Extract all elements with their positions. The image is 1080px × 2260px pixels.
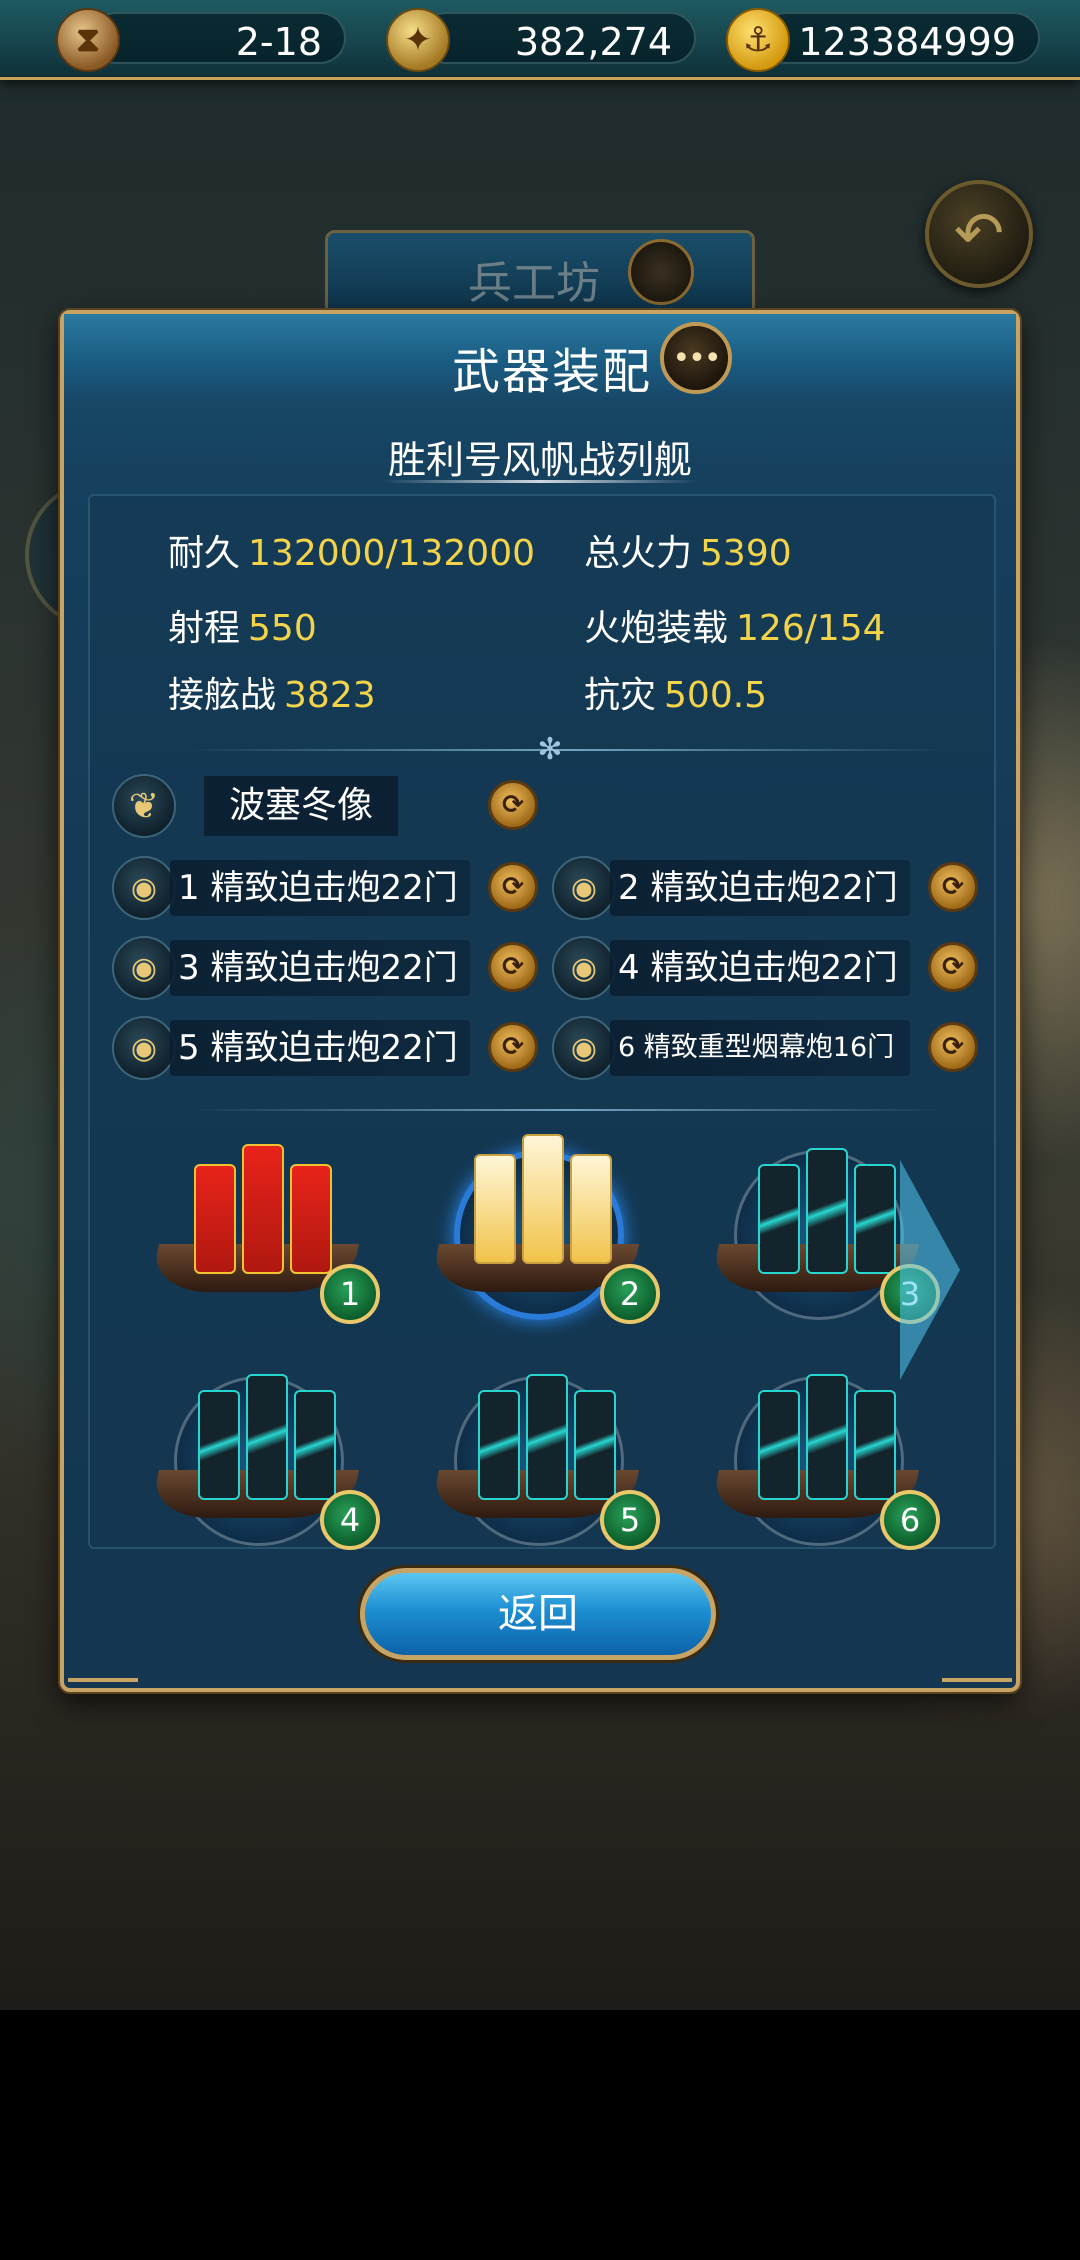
ship-sail	[194, 1164, 236, 1274]
ship-number-badge: 2	[600, 1264, 660, 1324]
ship-sail	[294, 1390, 336, 1500]
ship-sail	[758, 1164, 800, 1274]
weapon-equip-panel: 武器装配 ••• 胜利号风帆战列舰 耐久 132000/132000 总火力 539…	[60, 310, 1020, 1692]
stat-range: 射程 550	[168, 608, 317, 649]
date-display: ⧗ 2-18	[56, 8, 346, 72]
cannon-slot-4[interactable]: 4 精致迫击炮22门	[610, 940, 910, 996]
swap-icon[interactable]: ⟳	[928, 1022, 978, 1072]
ship-sail	[474, 1154, 516, 1264]
ship-sail	[198, 1390, 240, 1500]
divider-ornament: ✻	[537, 732, 563, 767]
ship-sail	[806, 1148, 848, 1274]
ship-sail	[806, 1374, 848, 1500]
ship-number-badge: 5	[600, 1490, 660, 1550]
ship-number-badge: 1	[320, 1264, 380, 1324]
cannon-slot-3[interactable]: 3 精致迫击炮22门	[170, 940, 470, 996]
swap-icon[interactable]: ⟳	[488, 942, 538, 992]
ship-sail	[522, 1134, 564, 1264]
cannon-icon: ◉	[112, 1016, 176, 1080]
stat-resistance: 抗灾 500.5	[584, 675, 768, 716]
cannon-icon: ◉	[552, 856, 616, 920]
next-page-arrow[interactable]	[900, 1160, 960, 1380]
date-value: 2-18	[235, 20, 322, 64]
ship-sail	[290, 1164, 332, 1274]
stat-firepower: 总火力 5390	[584, 533, 792, 574]
panel-corner-ornament	[942, 1642, 1012, 1682]
swap-icon[interactable]: ⟳	[928, 942, 978, 992]
panel-title: 武器装配	[452, 344, 653, 400]
swap-icon[interactable]: ⟳	[488, 780, 538, 830]
cannon-slot-2[interactable]: 2 精致迫击炮22门	[610, 860, 910, 916]
cannon-icon: ◉	[552, 1016, 616, 1080]
ship-slot-1[interactable]: 1	[148, 1124, 384, 1324]
stat-durability: 耐久 132000/132000	[168, 533, 535, 574]
divider	[188, 749, 948, 751]
anchor-coin-icon: ⚓	[726, 8, 790, 72]
ship-sail	[758, 1390, 800, 1500]
cannon-icon: ◉	[552, 936, 616, 1000]
ship-slot-4[interactable]: 4	[148, 1350, 384, 1550]
wing-icon: ❦	[112, 774, 176, 838]
cannon-slot-1[interactable]: 1 精致迫击炮22门	[170, 860, 470, 916]
ship-slot-2[interactable]: 2	[428, 1124, 664, 1324]
cannon-icon: ◉	[112, 856, 176, 920]
ship-number-badge: 6	[880, 1490, 940, 1550]
divider	[188, 1109, 948, 1111]
chat-bubble-icon[interactable]: •••	[660, 322, 732, 394]
ship-sail	[854, 1164, 896, 1274]
ship-sail	[570, 1154, 612, 1264]
back-arrow-icon: ↶	[953, 199, 1005, 269]
ship-number-badge: 4	[320, 1490, 380, 1550]
swap-icon[interactable]: ⟳	[488, 862, 538, 912]
ship-name: 胜利号风帆战列舰	[387, 438, 692, 482]
ship-sail	[854, 1390, 896, 1500]
bottom-black-area	[0, 2010, 1080, 2260]
cannon-icon: ◉	[112, 936, 176, 1000]
ship-slot-6[interactable]: 6	[708, 1350, 944, 1550]
stat-cannon-load: 火炮装载 126/154	[584, 608, 886, 649]
hourglass-icon: ⧗	[56, 8, 120, 72]
ship-sail	[526, 1374, 568, 1500]
swap-icon[interactable]: ⟳	[928, 862, 978, 912]
workshop-tab: 兵工坊	[325, 230, 755, 316]
compass-icon: ✦	[386, 8, 450, 72]
workshop-title: 兵工坊	[468, 258, 600, 309]
reputation-display: ✦ 382,274	[386, 8, 696, 72]
return-button[interactable]: 返回	[360, 1568, 716, 1660]
resource-bar: ⧗ 2-18 ✦ 382,274 ⚓ 123384999	[0, 0, 1080, 80]
cannon-slot-5[interactable]: 5 精致迫击炮22门	[170, 1020, 470, 1076]
ship-sail	[246, 1374, 288, 1500]
figurehead-label[interactable]: 波塞冬像	[204, 776, 398, 836]
stat-boarding: 接舷战 3823	[168, 675, 376, 716]
ship-sail	[478, 1390, 520, 1500]
swap-icon[interactable]: ⟳	[488, 1022, 538, 1072]
gold-display: ⚓ 123384999	[726, 8, 1040, 72]
cannon-slot-6[interactable]: 6 精致重型烟幕炮16门	[610, 1020, 910, 1076]
panel-corner-ornament	[68, 1642, 138, 1682]
ship-slot-5[interactable]: 5	[428, 1350, 664, 1550]
reputation-value: 382,274	[514, 20, 672, 64]
ship-sail	[242, 1144, 284, 1274]
ship-sail	[574, 1390, 616, 1500]
chat-bubble-icon	[628, 239, 694, 305]
back-button[interactable]: ↶	[925, 180, 1033, 288]
ship-name-underline	[382, 480, 698, 483]
gold-value: 123384999	[798, 20, 1016, 64]
